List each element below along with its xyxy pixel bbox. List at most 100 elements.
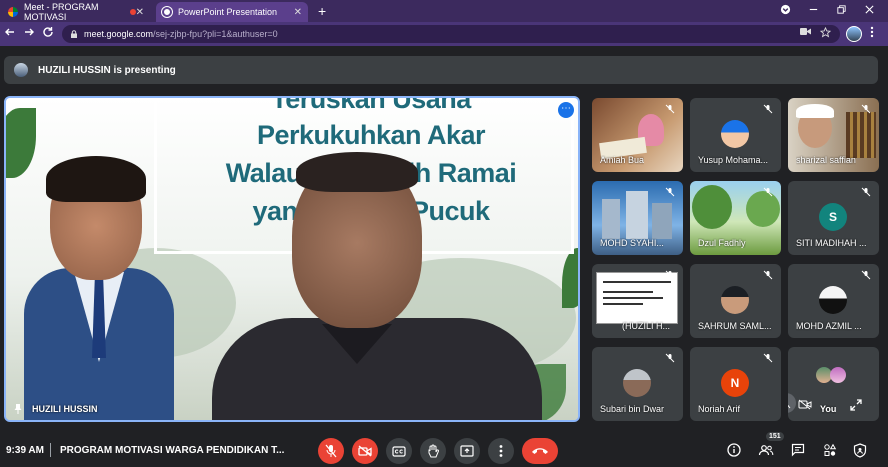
participant-name: SITI MADIHAH ... (796, 238, 867, 248)
close-tab-icon[interactable]: ✕ (294, 7, 302, 18)
camera-button[interactable] (352, 438, 378, 464)
forward-icon[interactable] (23, 26, 35, 41)
browser-menu-icon[interactable] (870, 26, 874, 41)
participant-tile[interactable]: Subari bin Dwar (592, 347, 683, 421)
tab-meet[interactable]: Meet - PROGRAM MOTIVASI ✕ (2, 2, 150, 22)
present-now-button[interactable] (454, 438, 480, 464)
participant-avatar (721, 120, 749, 148)
shield-icon (853, 442, 867, 458)
main-tile-name-label: HUZILI HUSSIN (32, 404, 98, 414)
participant-name: MOHD AZMIL ... (796, 321, 862, 331)
new-tab-button[interactable]: + (318, 4, 326, 18)
tab-label: Meet - PROGRAM MOTIVASI (24, 2, 99, 22)
presenter-video (212, 148, 542, 420)
info-icon (727, 443, 741, 457)
chat-button[interactable] (790, 442, 806, 458)
tab-label: PowerPoint Presentation (178, 7, 278, 17)
mic-off-icon (861, 270, 871, 280)
mic-off-icon (763, 270, 773, 280)
presenter-avatar (14, 63, 28, 77)
mic-off-icon (861, 187, 871, 197)
present-icon (460, 445, 474, 457)
self-tile[interactable]: You (788, 347, 879, 421)
camera-in-use-icon[interactable] (800, 27, 811, 39)
participant-avatar (623, 369, 651, 397)
participant-tile[interactable]: SAHRUM SAML... (690, 264, 781, 338)
minimize-icon[interactable] (808, 4, 819, 18)
close-tab-icon[interactable]: ✕ (136, 7, 144, 18)
more-vertical-icon (499, 445, 503, 457)
participant-name: You (820, 404, 837, 414)
participant-tile[interactable]: S SITI MADIHAH ... (788, 181, 879, 255)
participant-count-badge: 151 (766, 432, 784, 441)
participant-tile[interactable]: MOHD AZMIL ... (788, 264, 879, 338)
activities-icon (824, 443, 837, 456)
back-icon[interactable] (4, 26, 16, 41)
main-tile-name: HUZILI HUSSIN (14, 404, 98, 414)
globe-icon (162, 7, 172, 17)
tile-options-icon[interactable]: ⋯ (558, 102, 574, 118)
camera-off-icon[interactable] (798, 399, 812, 410)
participant-name: Subari bin Dwar (600, 404, 665, 414)
participant-tile[interactable]: Dzul Fadhly (690, 181, 781, 255)
captions-icon (392, 445, 406, 457)
hang-up-icon (532, 448, 548, 454)
url-field[interactable]: meet.google.com/sej-zjbp-fpu?pli=1&authu… (62, 25, 840, 43)
self-avatar (830, 367, 846, 383)
mic-off-icon (665, 187, 675, 197)
building-shape (602, 199, 620, 239)
restore-icon[interactable] (836, 4, 847, 18)
meeting-details-button[interactable] (726, 442, 742, 458)
profile-avatar[interactable] (846, 26, 862, 42)
host-controls-button[interactable] (852, 442, 868, 458)
participant-tile[interactable]: (HUZILI H... (592, 264, 683, 338)
participant-tile[interactable]: sharizal saffian (788, 98, 879, 172)
participant-name: (HUZILI H... (622, 321, 671, 331)
participant-name: Dzul Fadhly (698, 238, 746, 248)
building-shape (652, 203, 672, 239)
activities-button[interactable] (822, 442, 838, 458)
expand-icon[interactable] (850, 399, 862, 411)
clock: 9:39 AM (6, 445, 44, 456)
captions-button[interactable] (386, 438, 412, 464)
mic-off-icon (665, 353, 675, 363)
participant-tile[interactable]: Yusup Mohama... (690, 98, 781, 172)
mic-off-icon (763, 353, 773, 363)
participant-tile[interactable]: MOHD SYAHI... (592, 181, 683, 255)
bookshelf-shape (846, 112, 876, 158)
bookmark-star-icon[interactable] (819, 26, 832, 41)
tab-powerpoint[interactable]: PowerPoint Presentation ✕ (156, 2, 308, 22)
participant-name: sharizal saffian (796, 155, 856, 165)
building-shape (626, 191, 648, 239)
meet-favicon-icon (8, 7, 18, 17)
leave-call-button[interactable] (522, 438, 558, 464)
meeting-control-bar: 9:39 AM PROGRAM MOTIVASI WARGA PENDIDIKA… (0, 432, 888, 467)
raise-hand-button[interactable] (420, 438, 446, 464)
close-window-icon[interactable] (864, 4, 875, 18)
tab-search-icon[interactable] (780, 4, 791, 18)
mic-off-icon (665, 270, 675, 280)
camera-off-icon (358, 445, 372, 457)
mic-off-icon (788, 404, 791, 409)
participant-name: Noriah Arif (698, 404, 741, 414)
participant-avatar: S (819, 203, 847, 231)
people-button[interactable] (758, 442, 774, 458)
participant-avatar: N (721, 369, 749, 397)
hand-icon (428, 444, 439, 458)
pin-icon (14, 404, 22, 414)
more-options-button[interactable] (488, 438, 514, 464)
reload-icon[interactable] (42, 26, 54, 41)
mic-off-icon (763, 104, 773, 114)
main-video-tile[interactable]: Teruskan Usaha Perkukuhkan Akar Walaupun… (4, 96, 580, 422)
participant-tile[interactable]: Amiah Bua (592, 98, 683, 172)
slide-line-1: Teruskan Usaha (271, 96, 471, 114)
cap-shape (796, 104, 834, 118)
participant-avatar (819, 286, 847, 314)
microphone-button[interactable] (318, 438, 344, 464)
participant-avatar (721, 286, 749, 314)
participant-name: Amiah Bua (600, 155, 645, 165)
participant-name: MOHD SYAHI... (600, 238, 664, 248)
participant-tile[interactable]: N Noriah Arif (690, 347, 781, 421)
participant-name: SAHRUM SAML... (698, 321, 772, 331)
mic-off-icon (861, 104, 871, 114)
